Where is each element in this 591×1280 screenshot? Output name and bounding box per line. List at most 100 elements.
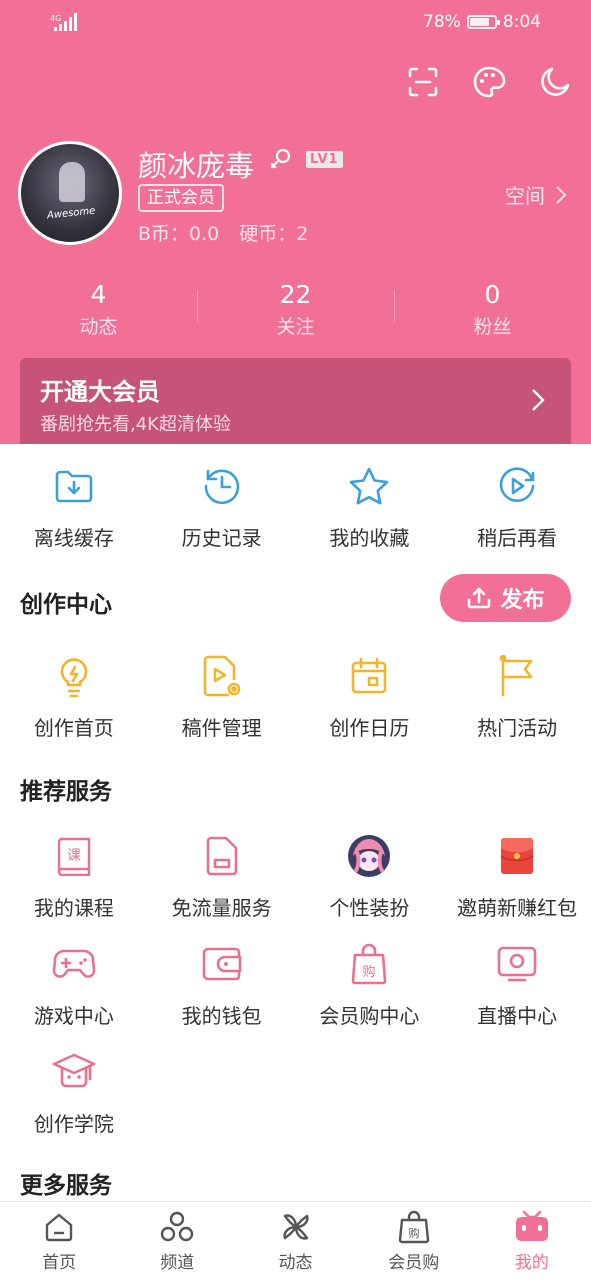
creator-center-grid: 创作首页 稿件管理 创作日历 热门活动 (0, 654, 591, 741)
vip-title: 开通大会员 (40, 378, 160, 406)
channels-icon (161, 1211, 194, 1242)
quick-action-label: 稍后再看 (477, 526, 558, 550)
vip-banner[interactable]: 开通大会员 番剧抢先看,4K超清体验 (20, 358, 571, 444)
creator-home[interactable]: 创作首页 (0, 654, 148, 741)
main-content: 离线缓存 历史记录 我的收藏 稍后再看 创作中心 发布 创作首页 稿件管理 创作… (0, 444, 591, 1201)
avatar[interactable]: Awesome (18, 141, 122, 245)
stat-value: 0 (484, 280, 501, 309)
nav-label: 频道 (160, 1253, 195, 1273)
profile-header: 4G 78% 8:04 Awesome 颜冰庞毒 LV1 正式会员 B币：0.0… (0, 0, 591, 444)
wallet-icon (202, 947, 241, 981)
quick-action-favorites[interactable]: 我的收藏 (296, 464, 444, 551)
creator-label: 创作首页 (33, 716, 114, 740)
services-row-3: 创作学院 (0, 1050, 591, 1137)
publish-label: 发布 (500, 588, 545, 613)
manuscript-icon (203, 655, 240, 697)
tv-mascot-icon (515, 1210, 548, 1241)
stat-dynamics[interactable]: 4 动态 (0, 280, 197, 339)
creator-center-title: 创作中心 (20, 592, 112, 618)
manuscript-management[interactable]: 稿件管理 (148, 654, 296, 741)
creator-calendar[interactable]: 创作日历 (296, 654, 444, 741)
gamepad-icon (52, 949, 96, 978)
shopping-bag-icon: 购 (352, 943, 387, 985)
quick-action-watch-later[interactable]: 稍后再看 (443, 464, 591, 551)
pinwheel-icon (282, 1214, 309, 1240)
quick-action-label: 离线缓存 (33, 526, 114, 550)
red-envelope-icon (500, 838, 534, 874)
stat-following[interactable]: 22 关注 (197, 280, 394, 339)
live-tv-icon (497, 946, 537, 982)
battery-percent: 78% (423, 12, 461, 32)
clock: 8:04 (502, 12, 541, 32)
quick-action-label: 历史记录 (181, 526, 262, 550)
service-vip-shop-center[interactable]: 购 会员购中心 (296, 942, 444, 1029)
signal-icon: 4G (50, 13, 77, 31)
avatar-figure (59, 162, 85, 202)
vip-subtitle: 番剧抢先看,4K超清体验 (40, 414, 231, 435)
service-label: 直播中心 (477, 1004, 558, 1028)
palette-icon[interactable] (471, 64, 507, 100)
service-label: 免流量服务 (171, 896, 272, 920)
space-label: 空间 (505, 184, 545, 208)
download-folder-icon (55, 470, 93, 503)
service-label: 我的钱包 (181, 1004, 262, 1028)
service-my-courses[interactable]: 课 我的课程 (0, 834, 148, 921)
hot-activities[interactable]: 热门活动 (443, 654, 591, 741)
flag-icon (499, 655, 533, 697)
svg-text:购: 购 (408, 1226, 419, 1240)
coin-info: B币：0.0 硬币：2 (138, 219, 328, 246)
publish-button[interactable]: 发布 (440, 574, 571, 622)
service-invite-red-envelope[interactable]: 邀萌新赚红包 (443, 834, 591, 921)
quick-action-history[interactable]: 历史记录 (148, 464, 296, 551)
space-link[interactable]: 空间 (505, 180, 567, 209)
graduation-cap-icon (52, 1053, 96, 1088)
service-wallet[interactable]: 我的钱包 (148, 942, 296, 1029)
service-creator-academy[interactable]: 创作学院 (0, 1050, 148, 1137)
more-services-title: 更多服务 (20, 1173, 112, 1199)
service-personalize[interactable]: 个性装扮 (296, 834, 444, 921)
username[interactable]: 颜冰庞毒 (138, 143, 254, 185)
home-icon (45, 1213, 73, 1242)
sim-card-icon (206, 836, 237, 876)
stat-label: 粉丝 (473, 316, 512, 338)
chevron-right-icon (556, 185, 567, 204)
avatar-caption: Awesome (46, 205, 96, 222)
service-live-center[interactable]: 直播中心 (443, 942, 591, 1029)
nav-vip-shop[interactable]: 购 会员购 (355, 1202, 473, 1280)
upload-icon (468, 587, 491, 609)
service-label: 游戏中心 (33, 1004, 114, 1028)
star-icon (350, 467, 389, 505)
service-label: 邀萌新赚红包 (457, 896, 578, 920)
nav-dynamics[interactable]: 动态 (236, 1202, 354, 1280)
service-game-center[interactable]: 游戏中心 (0, 942, 148, 1029)
quick-actions: 离线缓存 历史记录 我的收藏 稍后再看 (0, 464, 591, 551)
service-label: 创作学院 (33, 1112, 114, 1136)
nav-mine[interactable]: 我的 (473, 1202, 591, 1280)
level-badge: LV1 (306, 150, 343, 168)
recommended-services-title: 推荐服务 (20, 779, 112, 805)
service-label: 个性装扮 (329, 896, 410, 920)
night-mode-icon[interactable] (537, 64, 573, 100)
service-label: 我的课程 (33, 896, 114, 920)
gender-icon (270, 148, 291, 169)
lightbulb-icon (60, 658, 88, 697)
nav-channels[interactable]: 频道 (118, 1202, 236, 1280)
calendar-icon (352, 657, 387, 694)
nav-label: 动态 (278, 1253, 313, 1273)
hard-coin: 硬币：2 (239, 223, 309, 245)
history-clock-icon (204, 469, 239, 505)
watch-later-icon (499, 467, 535, 502)
stat-followers[interactable]: 0 粉丝 (394, 280, 591, 339)
service-free-data[interactable]: 免流量服务 (148, 834, 296, 921)
svg-text:购: 购 (363, 964, 376, 980)
services-row-1: 课 我的课程 免流量服务 个性装扮 邀萌新赚红包 (0, 834, 591, 921)
member-badge: 正式会员 (138, 184, 224, 212)
chevron-right-icon (532, 389, 545, 411)
course-book-icon: 课 (57, 837, 91, 876)
nav-home[interactable]: 首页 (0, 1202, 118, 1280)
network-type: 4G (50, 14, 61, 23)
quick-action-offline-cache[interactable]: 离线缓存 (0, 464, 148, 551)
battery-icon (466, 15, 500, 29)
stat-label: 动态 (79, 316, 118, 338)
scan-icon[interactable] (405, 64, 441, 100)
